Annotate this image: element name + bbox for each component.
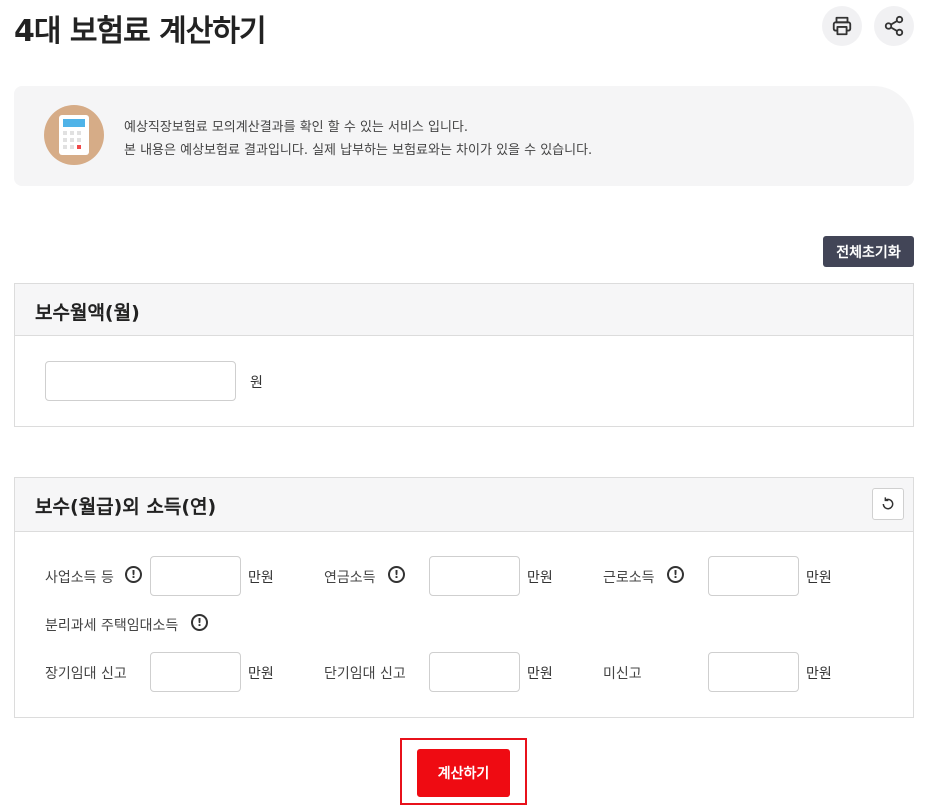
short-term-rental-label: 단기임대 신고 xyxy=(324,666,406,682)
pension-income-input[interactable] xyxy=(429,556,520,596)
pension-income-label: 연금소득 xyxy=(324,570,376,586)
printer-icon xyxy=(832,16,852,36)
long-term-rental-input[interactable] xyxy=(150,652,241,692)
long-term-rental-label: 장기임대 신고 xyxy=(45,666,127,682)
refresh-icon xyxy=(882,497,894,510)
unreported-rental-label: 미신고 xyxy=(603,666,642,682)
business-income-unit: 만원 xyxy=(248,570,274,586)
calculator-icon xyxy=(59,115,89,155)
short-term-rental-unit: 만원 xyxy=(527,666,553,682)
earned-income-input[interactable] xyxy=(708,556,799,596)
monthly-pay-unit: 원 xyxy=(250,375,263,391)
info-box: 예상직장보험료 모의계산결과를 확인 할 수 있는 서비스 입니다. 본 내용은… xyxy=(14,86,914,186)
info-text: 예상직장보험료 모의계산결과를 확인 할 수 있는 서비스 입니다. 본 내용은… xyxy=(124,116,592,162)
pension-income-unit: 만원 xyxy=(527,570,553,586)
separate-tax-rental-label: 분리과세 주택임대소득 xyxy=(45,618,179,634)
monthly-pay-header: 보수월액(월) xyxy=(15,284,913,336)
short-term-rental-input[interactable] xyxy=(429,652,520,692)
info-line-1: 예상직장보험료 모의계산결과를 확인 할 수 있는 서비스 입니다. xyxy=(124,120,469,135)
calculator-avatar xyxy=(44,105,104,165)
page-title: 4대 보험료 계산하기 xyxy=(14,14,267,49)
pension-income-info-icon[interactable]: ! xyxy=(388,566,405,583)
long-term-rental-unit: 만원 xyxy=(248,666,274,682)
refresh-button[interactable] xyxy=(872,488,904,520)
monthly-pay-title: 보수월액(월) xyxy=(35,302,140,324)
share-icon xyxy=(884,15,904,37)
monthly-pay-panel: 보수월액(월) 원 xyxy=(14,283,914,427)
calculate-button[interactable]: 계산하기 xyxy=(417,749,510,797)
unreported-rental-unit: 만원 xyxy=(806,666,832,682)
print-button[interactable] xyxy=(822,6,862,46)
info-line-2: 본 내용은 예상보험료 결과입니다. 실제 납부하는 보험료와는 차이가 있을 … xyxy=(124,143,593,158)
other-income-panel: 보수(월급)외 소득(연) 사업소득 등 ! 만원 연금소득 ! 만원 근로소득… xyxy=(14,477,914,718)
share-button[interactable] xyxy=(874,6,914,46)
earned-income-info-icon[interactable]: ! xyxy=(667,566,684,583)
separate-tax-rental-info-icon[interactable]: ! xyxy=(191,614,208,631)
unreported-rental-input[interactable] xyxy=(708,652,799,692)
earned-income-label: 근로소득 xyxy=(603,570,655,586)
business-income-info-icon[interactable]: ! xyxy=(125,566,142,583)
business-income-label: 사업소득 등 xyxy=(45,570,114,586)
earned-income-unit: 만원 xyxy=(806,570,832,586)
calculate-button-highlight: 계산하기 xyxy=(400,738,527,805)
business-income-input[interactable] xyxy=(150,556,241,596)
other-income-title: 보수(월급)외 소득(연) xyxy=(35,496,217,518)
monthly-pay-input[interactable] xyxy=(45,361,236,401)
reset-all-button[interactable]: 전체초기화 xyxy=(823,236,914,267)
other-income-header: 보수(월급)외 소득(연) xyxy=(15,478,913,532)
